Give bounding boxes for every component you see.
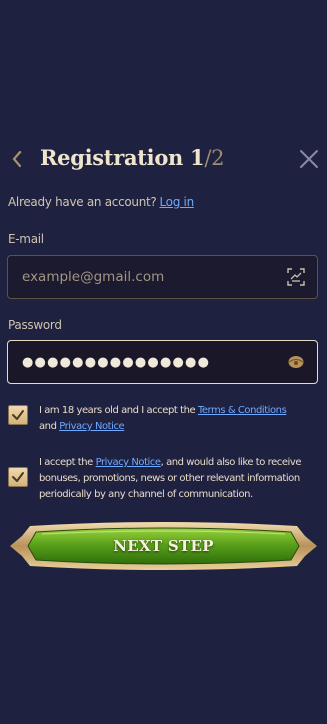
- next-step-button[interactable]: NEXT STEP: [8, 520, 319, 572]
- terms-text-1: I am 18 years old and I accept the: [39, 405, 198, 416]
- page-title: Registration 1/2: [40, 144, 224, 174]
- email-field-container: [7, 255, 318, 299]
- terms-text: I am 18 years old and I accept the Terms…: [39, 403, 304, 435]
- registration-header: Registration 1/2: [0, 144, 327, 174]
- scan-icon[interactable]: [287, 268, 305, 286]
- password-field[interactable]: [22, 341, 272, 383]
- show-password-icon[interactable]: [287, 353, 305, 371]
- login-prompt: Already have an account? Log in: [8, 195, 194, 209]
- email-label: E-mail: [8, 232, 44, 246]
- terms-checkbox[interactable]: [8, 405, 28, 425]
- marketing-checkbox[interactable]: [8, 467, 28, 487]
- next-step-label: NEXT STEP: [113, 537, 214, 555]
- privacy-notice-link-2[interactable]: Privacy Notice: [96, 457, 161, 468]
- title-text: Registration 1: [40, 145, 205, 170]
- terms-conditions-link[interactable]: Terms & Conditions: [198, 405, 287, 416]
- marketing-text: I accept the Privacy Notice, and would a…: [39, 455, 304, 503]
- terms-text-2: and: [39, 421, 60, 432]
- password-field-container: [7, 340, 318, 384]
- password-label: Password: [8, 318, 62, 332]
- marketing-text-1: I accept the: [39, 457, 96, 468]
- login-prompt-text: Already have an account?: [8, 195, 157, 209]
- email-field[interactable]: [22, 256, 272, 298]
- privacy-notice-link[interactable]: Privacy Notice: [59, 421, 124, 432]
- close-icon[interactable]: [299, 149, 319, 169]
- login-link[interactable]: Log in: [160, 195, 195, 209]
- step-total: /2: [204, 146, 225, 170]
- back-arrow-icon[interactable]: [10, 150, 24, 168]
